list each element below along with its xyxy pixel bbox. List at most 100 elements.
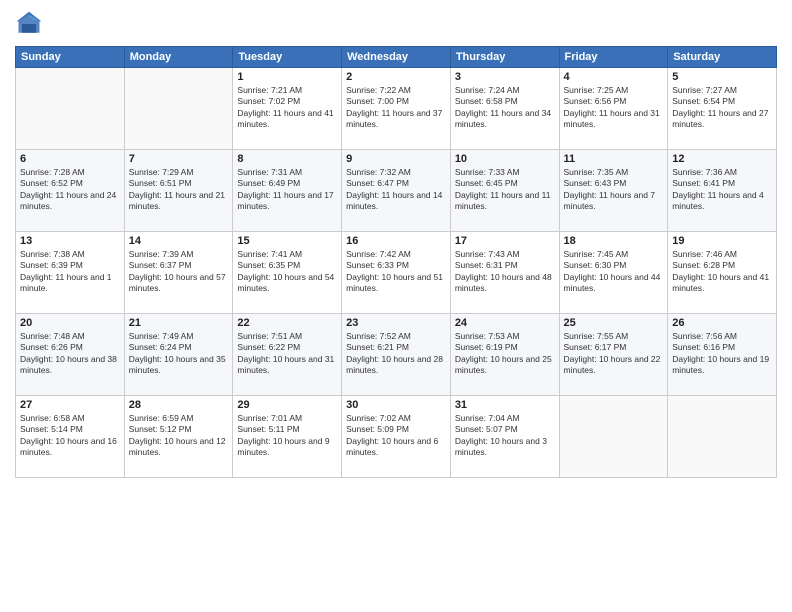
day-info: Sunrise: 7:42 AM Sunset: 6:33 PM Dayligh… <box>346 249 446 295</box>
day-info: Sunrise: 7:31 AM Sunset: 6:49 PM Dayligh… <box>237 167 337 213</box>
weekday-header-saturday: Saturday <box>668 47 777 68</box>
calendar-cell: 8 Sunrise: 7:31 AM Sunset: 6:49 PM Daylig… <box>233 150 342 232</box>
weekday-header-friday: Friday <box>559 47 668 68</box>
day-info: Sunrise: 7:53 AM Sunset: 6:19 PM Dayligh… <box>455 331 555 377</box>
day-number: 16 <box>346 235 446 247</box>
day-info: Sunrise: 6:59 AM Sunset: 5:12 PM Dayligh… <box>129 413 229 459</box>
day-number: 20 <box>20 317 120 329</box>
calendar-cell: 21Sunrise: 7:49 AM Sunset: 6:24 PM Dayli… <box>124 314 233 396</box>
logo-icon <box>15 10 43 38</box>
day-number: 11 <box>564 153 664 165</box>
day-info: Sunrise: 7:52 AM Sunset: 6:21 PM Dayligh… <box>346 331 446 377</box>
weekday-header-monday: Monday <box>124 47 233 68</box>
day-info: Sunrise: 7:46 AM Sunset: 6:28 PM Dayligh… <box>672 249 772 295</box>
calendar-cell: 27Sunrise: 6:58 AM Sunset: 5:14 PM Dayli… <box>16 396 125 478</box>
day-info: Sunrise: 7:35 AM Sunset: 6:43 PM Dayligh… <box>564 167 664 213</box>
day-number: 7 <box>129 153 229 165</box>
calendar-cell <box>16 68 125 150</box>
calendar-cell: 28Sunrise: 6:59 AM Sunset: 5:12 PM Dayli… <box>124 396 233 478</box>
day-number: 18 <box>564 235 664 247</box>
day-number: 10 <box>455 153 555 165</box>
day-number: 8 <box>237 153 337 165</box>
day-number: 19 <box>672 235 772 247</box>
day-number: 12 <box>672 153 772 165</box>
weekday-header-sunday: Sunday <box>16 47 125 68</box>
day-info: Sunrise: 7:29 AM Sunset: 6:51 PM Dayligh… <box>129 167 229 213</box>
week-row-5: 27Sunrise: 6:58 AM Sunset: 5:14 PM Dayli… <box>16 396 777 478</box>
weekday-header-thursday: Thursday <box>450 47 559 68</box>
day-number: 26 <box>672 317 772 329</box>
calendar-cell: 5 Sunrise: 7:27 AM Sunset: 6:54 PM Daylig… <box>668 68 777 150</box>
weekday-header-tuesday: Tuesday <box>233 47 342 68</box>
day-number: 29 <box>237 399 337 411</box>
day-number: 17 <box>455 235 555 247</box>
calendar-cell: 7 Sunrise: 7:29 AM Sunset: 6:51 PM Daylig… <box>124 150 233 232</box>
day-info: Sunrise: 7:48 AM Sunset: 6:26 PM Dayligh… <box>20 331 120 377</box>
day-info: Sunrise: 7:21 AM Sunset: 7:02 PM Dayligh… <box>237 85 337 131</box>
week-row-2: 6 Sunrise: 7:28 AM Sunset: 6:52 PM Daylig… <box>16 150 777 232</box>
calendar-cell: 13 Sunrise: 7:38 AM Sunset: 6:39 PM Dayli… <box>16 232 125 314</box>
calendar-cell <box>124 68 233 150</box>
weekday-header-row: SundayMondayTuesdayWednesdayThursdayFrid… <box>16 47 777 68</box>
week-row-4: 20 Sunrise: 7:48 AM Sunset: 6:26 PM Dayli… <box>16 314 777 396</box>
calendar-cell: 23 Sunrise: 7:52 AM Sunset: 6:21 PM Dayli… <box>342 314 451 396</box>
day-info: Sunrise: 7:55 AM Sunset: 6:17 PM Dayligh… <box>564 331 664 377</box>
calendar-cell: 9 Sunrise: 7:32 AM Sunset: 6:47 PM Daylig… <box>342 150 451 232</box>
calendar-cell: 12 Sunrise: 7:36 AM Sunset: 6:41 PM Dayli… <box>668 150 777 232</box>
day-info: Sunrise: 7:24 AM Sunset: 6:58 PM Dayligh… <box>455 85 555 131</box>
day-info: Sunrise: 7:51 AM Sunset: 6:22 PM Dayligh… <box>237 331 337 377</box>
calendar-cell: 4 Sunrise: 7:25 AM Sunset: 6:56 PM Daylig… <box>559 68 668 150</box>
day-info: Sunrise: 7:22 AM Sunset: 7:00 PM Dayligh… <box>346 85 446 131</box>
calendar-cell: 22 Sunrise: 7:51 AM Sunset: 6:22 PM Dayli… <box>233 314 342 396</box>
day-info: Sunrise: 7:01 AM Sunset: 5:11 PM Dayligh… <box>237 413 337 459</box>
day-info: Sunrise: 7:32 AM Sunset: 6:47 PM Dayligh… <box>346 167 446 213</box>
calendar-cell: 16 Sunrise: 7:42 AM Sunset: 6:33 PM Dayli… <box>342 232 451 314</box>
calendar-cell: 2 Sunrise: 7:22 AM Sunset: 7:00 PM Daylig… <box>342 68 451 150</box>
day-number: 23 <box>346 317 446 329</box>
day-info: Sunrise: 7:02 AM Sunset: 5:09 PM Dayligh… <box>346 413 446 459</box>
day-number: 2 <box>346 71 446 83</box>
day-number: 31 <box>455 399 555 411</box>
day-number: 22 <box>237 317 337 329</box>
day-info: Sunrise: 7:36 AM Sunset: 6:41 PM Dayligh… <box>672 167 772 213</box>
day-info: Sunrise: 7:43 AM Sunset: 6:31 PM Dayligh… <box>455 249 555 295</box>
day-info: Sunrise: 7:04 AM Sunset: 5:07 PM Dayligh… <box>455 413 555 459</box>
day-number: 4 <box>564 71 664 83</box>
weekday-header-wednesday: Wednesday <box>342 47 451 68</box>
calendar-cell: 31 Sunrise: 7:04 AM Sunset: 5:07 PM Dayli… <box>450 396 559 478</box>
day-number: 14 <box>129 235 229 247</box>
day-info: Sunrise: 6:58 AM Sunset: 5:14 PM Dayligh… <box>20 413 120 459</box>
calendar-cell: 29 Sunrise: 7:01 AM Sunset: 5:11 PM Dayli… <box>233 396 342 478</box>
day-number: 6 <box>20 153 120 165</box>
calendar-cell <box>668 396 777 478</box>
calendar-cell: 11 Sunrise: 7:35 AM Sunset: 6:43 PM Dayli… <box>559 150 668 232</box>
calendar-cell: 18 Sunrise: 7:45 AM Sunset: 6:30 PM Dayli… <box>559 232 668 314</box>
day-info: Sunrise: 7:38 AM Sunset: 6:39 PM Dayligh… <box>20 249 120 295</box>
day-info: Sunrise: 7:27 AM Sunset: 6:54 PM Dayligh… <box>672 85 772 131</box>
day-number: 25 <box>564 317 664 329</box>
day-info: Sunrise: 7:33 AM Sunset: 6:45 PM Dayligh… <box>455 167 555 213</box>
day-info: Sunrise: 7:25 AM Sunset: 6:56 PM Dayligh… <box>564 85 664 131</box>
day-number: 5 <box>672 71 772 83</box>
day-number: 15 <box>237 235 337 247</box>
calendar-cell: 26Sunrise: 7:56 AM Sunset: 6:16 PM Dayli… <box>668 314 777 396</box>
day-info: Sunrise: 7:41 AM Sunset: 6:35 PM Dayligh… <box>237 249 337 295</box>
calendar-cell: 24 Sunrise: 7:53 AM Sunset: 6:19 PM Dayli… <box>450 314 559 396</box>
day-info: Sunrise: 7:49 AM Sunset: 6:24 PM Dayligh… <box>129 331 229 377</box>
day-number: 3 <box>455 71 555 83</box>
calendar: SundayMondayTuesdayWednesdayThursdayFrid… <box>15 46 777 478</box>
week-row-3: 13 Sunrise: 7:38 AM Sunset: 6:39 PM Dayli… <box>16 232 777 314</box>
day-number: 24 <box>455 317 555 329</box>
calendar-cell: 6 Sunrise: 7:28 AM Sunset: 6:52 PM Daylig… <box>16 150 125 232</box>
calendar-cell: 17 Sunrise: 7:43 AM Sunset: 6:31 PM Dayli… <box>450 232 559 314</box>
logo <box>15 10 47 38</box>
day-info: Sunrise: 7:45 AM Sunset: 6:30 PM Dayligh… <box>564 249 664 295</box>
day-number: 1 <box>237 71 337 83</box>
day-number: 30 <box>346 399 446 411</box>
calendar-cell: 20 Sunrise: 7:48 AM Sunset: 6:26 PM Dayli… <box>16 314 125 396</box>
day-number: 13 <box>20 235 120 247</box>
day-info: Sunrise: 7:28 AM Sunset: 6:52 PM Dayligh… <box>20 167 120 213</box>
page: SundayMondayTuesdayWednesdayThursdayFrid… <box>0 0 792 612</box>
day-number: 9 <box>346 153 446 165</box>
calendar-cell: 30 Sunrise: 7:02 AM Sunset: 5:09 PM Dayli… <box>342 396 451 478</box>
